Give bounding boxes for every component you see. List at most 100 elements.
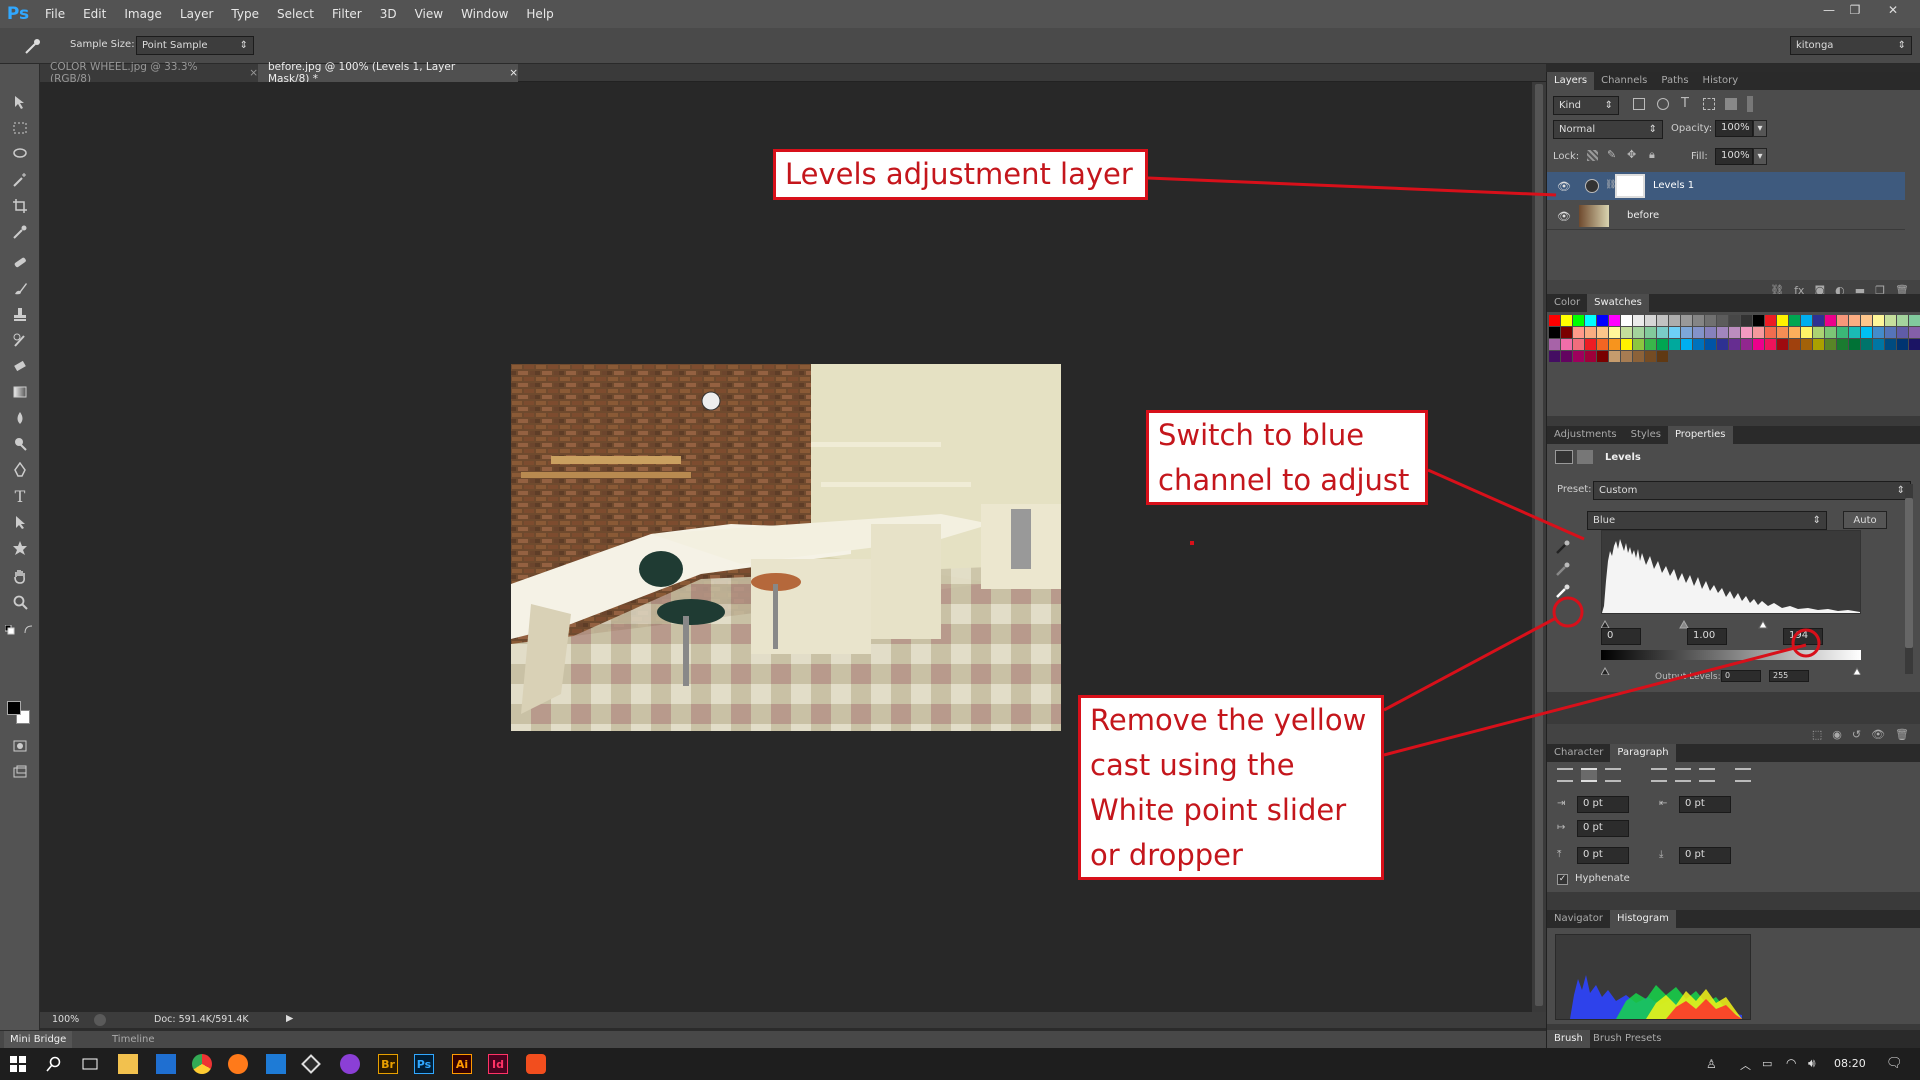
figma-icon[interactable] [526,1054,546,1074]
task-view-icon[interactable] [80,1054,100,1074]
color-swatch[interactable] [1729,339,1740,350]
close-button[interactable]: ✕ [1880,2,1906,18]
color-swatch[interactable] [1549,327,1560,338]
color-swatch[interactable] [1693,327,1704,338]
visibility-eye-icon[interactable]: 👁︎ [1557,210,1571,223]
hyphenate-checkbox[interactable]: ✓ [1557,874,1568,885]
output-black-field[interactable]: 0 [1721,670,1761,682]
color-swatch[interactable] [1789,315,1800,326]
tab-brush-presets[interactable]: Brush Presets [1593,1030,1661,1048]
menu-help[interactable]: Help [517,0,562,28]
color-swatch[interactable] [1849,327,1860,338]
align-right-icon[interactable] [1605,768,1621,782]
bridge-icon[interactable]: Br [378,1054,398,1074]
color-swatch[interactable] [1645,339,1656,350]
filter-type-icon[interactable]: T [1681,96,1689,111]
color-swatch[interactable] [1705,315,1716,326]
sample-size-select[interactable]: Point Sample ⇕ [136,36,254,55]
magic-wand-tool-icon[interactable] [8,168,32,192]
trash-icon[interactable]: 🗑︎ [1895,728,1909,741]
properties-scrollbar[interactable] [1905,484,1913,674]
color-swatch[interactable] [1645,351,1656,362]
input-white-field[interactable]: 194 [1783,628,1823,645]
justify-left-icon[interactable] [1651,768,1667,782]
photoshop-taskbar-icon[interactable]: Ps [414,1054,434,1074]
channel-select[interactable]: Blue ⇕ [1587,511,1827,530]
color-swatch[interactable] [1801,315,1812,326]
color-swatch[interactable] [1741,315,1752,326]
color-swatch[interactable] [1813,339,1824,350]
gradient-tool-icon[interactable] [8,380,32,404]
color-swatch[interactable] [1585,327,1596,338]
menu-image[interactable]: Image [115,0,171,28]
doc-tab-before[interactable]: before.jpg @ 100% (Levels 1, Layer Mask/… [258,61,518,85]
healing-brush-tool-icon[interactable] [8,250,32,274]
people-icon[interactable]: ♙ [1706,1057,1717,1071]
preset-select[interactable]: Custom ⇕ [1593,481,1911,500]
color-swatch[interactable] [1621,339,1632,350]
color-swatch[interactable] [1597,327,1608,338]
hand-tool-icon[interactable] [8,564,32,588]
tab-timeline[interactable]: Timeline [112,1031,155,1048]
color-swatch[interactable] [1585,315,1596,326]
color-swatch[interactable] [1657,315,1668,326]
tab-paragraph[interactable]: Paragraph [1610,744,1676,762]
tab-swatches[interactable]: Swatches [1587,294,1649,312]
color-swatch[interactable] [1801,339,1812,350]
color-swatch[interactable] [1729,327,1740,338]
filter-shape-icon[interactable] [1703,98,1715,110]
properties-scrollbar-thumb[interactable] [1905,498,1913,648]
close-tab-icon[interactable]: × [249,67,258,79]
color-swatch[interactable] [1777,327,1788,338]
color-swatch[interactable] [1633,339,1644,350]
output-white-field[interactable]: 255 [1769,670,1809,682]
color-swatch[interactable] [1885,315,1896,326]
color-swatch[interactable] [1837,327,1848,338]
indent-first-line-field[interactable]: 0 pt [1577,820,1629,837]
color-swatch[interactable] [1849,315,1860,326]
menu-select[interactable]: Select [268,0,323,28]
tab-color[interactable]: Color [1547,294,1587,312]
doc-tab-color-wheel[interactable]: COLOR WHEEL.jpg @ 33.3% (RGB/8) × [40,61,258,85]
foreground-color-swatch[interactable] [7,701,21,715]
black-point-eyedropper-icon[interactable] [1555,539,1571,555]
fill-input[interactable]: 100% [1715,148,1753,165]
fill-dropdown-icon[interactable]: ▾ [1753,148,1767,165]
reset-icon[interactable]: ↺ [1852,728,1861,741]
opacity-input[interactable]: 100% [1715,120,1753,137]
layer-row-levels[interactable]: 👁︎ ⛓︎ Levels 1 [1547,172,1905,200]
vscode-icon[interactable] [266,1054,286,1074]
color-swatch[interactable] [1693,339,1704,350]
color-swatch[interactable] [1813,315,1824,326]
color-swatch[interactable] [1801,327,1812,338]
pen-tool-icon[interactable] [8,458,32,482]
color-swatch[interactable] [1789,327,1800,338]
color-swatch[interactable] [1693,315,1704,326]
auto-button[interactable]: Auto [1843,511,1887,529]
lasso-tool-icon[interactable] [8,142,32,166]
tab-adjustments[interactable]: Adjustments [1547,426,1624,444]
filter-toggle-icon[interactable] [1747,96,1753,112]
output-levels-slider[interactable] [1600,660,1862,676]
align-center-icon[interactable] [1581,768,1597,782]
zoom-level[interactable]: 100% [52,1014,79,1025]
color-swatch[interactable] [1681,339,1692,350]
color-swatch[interactable] [1753,327,1764,338]
dodge-tool-icon[interactable] [8,432,32,456]
color-swatch[interactable] [1657,327,1668,338]
color-swatch[interactable] [1861,315,1872,326]
filter-adjustment-icon[interactable] [1657,98,1669,110]
color-swatch[interactable] [1909,339,1920,350]
color-swatch[interactable] [1849,339,1860,350]
layer-mask-thumbnail[interactable] [1615,174,1645,198]
color-swatch[interactable] [1573,339,1584,350]
tab-mini-bridge[interactable]: Mini Bridge [4,1031,73,1048]
justify-center-icon[interactable] [1675,768,1691,782]
color-swatch[interactable] [1669,339,1680,350]
color-swatch[interactable] [1861,327,1872,338]
color-swatch[interactable] [1549,315,1560,326]
minimize-button[interactable]: — [1816,2,1842,18]
color-swatch[interactable] [1813,327,1824,338]
tab-history[interactable]: History [1696,72,1746,90]
wifi-icon[interactable]: ◠ [1786,1056,1796,1070]
